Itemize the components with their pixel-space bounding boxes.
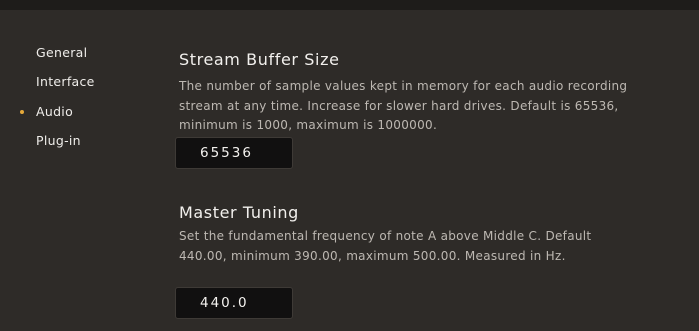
- sidebar-item-general[interactable]: General: [36, 45, 87, 60]
- sidebar-item-label: Interface: [36, 74, 95, 89]
- sidebar-item-label: General: [36, 45, 88, 60]
- stream-buffer-size-description: The number of sample values kept in memo…: [179, 79, 628, 132]
- stream-buffer-size-input[interactable]: 65536: [175, 137, 293, 169]
- sidebar-item-label: Audio: [36, 104, 74, 119]
- master-tuning-title: Master Tuning: [179, 203, 299, 222]
- master-tuning-input[interactable]: 440.0: [175, 287, 293, 319]
- preferences-sidebar: General Interface Audio Plug-in: [0, 10, 160, 331]
- stream-buffer-size-title: Stream Buffer Size: [179, 50, 340, 69]
- sidebar-item-plug-in[interactable]: Plug-in: [36, 133, 81, 148]
- active-indicator-dot-icon: [20, 110, 24, 114]
- sidebar-item-label: Plug-in: [36, 133, 81, 148]
- title-bar: [0, 0, 699, 10]
- sidebar-item-interface[interactable]: Interface: [36, 74, 95, 89]
- master-tuning-description: Set the fundamental frequency of note A …: [179, 229, 592, 263]
- preferences-window: General Interface Audio Plug-in Stream B…: [0, 0, 699, 331]
- sidebar-item-audio[interactable]: Audio: [20, 104, 74, 119]
